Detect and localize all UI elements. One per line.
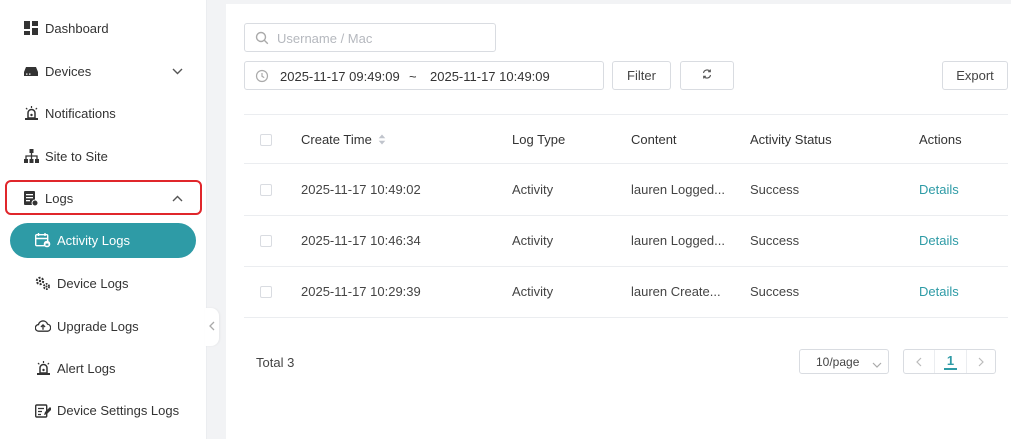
cell-create-time: 2025-11-17 10:29:39 [301, 284, 421, 299]
sidebar-subitem-device-settings-logs[interactable]: Device Settings Logs [0, 390, 207, 430]
sidebar-item-label: Dashboard [45, 20, 109, 36]
total-count: Total 3 [256, 355, 295, 370]
chevron-down-icon[interactable] [170, 64, 184, 78]
date-end[interactable]: 2025-11-17 10:49:09 [430, 69, 550, 84]
sidebar-subitem-alert-logs[interactable]: Alert Logs [0, 348, 207, 388]
main-panel: 2025-11-17 09:49:09 ~ 2025-11-17 10:49:0… [226, 4, 1011, 439]
sidebar-item-label: Notifications [45, 105, 116, 121]
alarm-icon [35, 360, 51, 376]
table-row: 2025-11-17 10:29:39 Activity lauren Crea… [244, 266, 1008, 318]
sidebar-item-devices[interactable]: Devices [0, 51, 207, 91]
cloud-upload-icon [35, 318, 51, 334]
row-checkbox[interactable] [260, 235, 272, 247]
cell-status: Success [750, 182, 800, 197]
row-checkbox[interactable] [260, 286, 272, 298]
sidebar-item-notifications[interactable]: Notifications [0, 93, 207, 133]
search-box [244, 23, 496, 52]
date-start[interactable]: 2025-11-17 09:49:09 [280, 69, 400, 84]
table-header: Create Time Log Type Content Activity St… [244, 114, 1008, 164]
page-size-select[interactable]: 10/page [799, 349, 889, 374]
cell-content: lauren Logged... [631, 233, 725, 248]
sidebar-collapse-toggle[interactable] [205, 308, 219, 346]
select-all-checkbox[interactable] [260, 134, 272, 146]
column-label: Create Time [301, 132, 372, 147]
column-content: Content [631, 132, 677, 147]
refresh-button[interactable] [680, 61, 734, 90]
logs-icon [23, 190, 39, 206]
prev-page-button[interactable] [904, 350, 935, 373]
filter-button[interactable]: Filter [612, 61, 671, 90]
search-icon [255, 31, 269, 45]
sidebar-subitem-label: Upgrade Logs [57, 318, 139, 334]
column-actions: Actions [919, 132, 962, 147]
sidebar-item-label: Logs [45, 190, 74, 206]
sort-icon[interactable] [378, 133, 386, 148]
sidebar-item-site-to-site[interactable]: Site to Site [0, 136, 207, 176]
chevron-up-icon[interactable] [170, 191, 184, 205]
cell-content: lauren Logged... [631, 182, 725, 197]
column-activity-status: Activity Status [750, 132, 832, 147]
details-link[interactable]: Details [919, 182, 959, 197]
chevron-left-icon [209, 321, 215, 334]
cell-create-time: 2025-11-17 10:49:02 [301, 182, 421, 197]
table-row: 2025-11-17 10:49:02 Activity lauren Logg… [244, 164, 1008, 216]
page-number-button[interactable]: 1 [935, 350, 966, 373]
gears-icon [35, 275, 51, 291]
column-log-type: Log Type [512, 132, 566, 147]
edit-list-icon [35, 402, 51, 418]
sidebar-subitem-upgrade-logs[interactable]: Upgrade Logs [0, 306, 207, 346]
details-link[interactable]: Details [919, 233, 959, 248]
cell-content: lauren Create... [631, 284, 721, 299]
cell-create-time: 2025-11-17 10:46:34 [301, 233, 421, 248]
sidebar-item-label: Devices [45, 63, 92, 79]
sidebar-subitem-label: Device Settings Logs [57, 402, 180, 418]
date-separator: ~ [409, 69, 417, 84]
calendar-lock-icon [34, 232, 51, 248]
search-input[interactable] [277, 29, 487, 47]
row-checkbox[interactable] [260, 184, 272, 196]
cell-status: Success [750, 284, 800, 299]
sidebar-item-logs[interactable]: Logs [0, 178, 207, 218]
refresh-icon [701, 68, 713, 83]
column-create-time[interactable]: Create Time [301, 132, 386, 148]
date-range-picker[interactable]: 2025-11-17 09:49:09 ~ 2025-11-17 10:49:0… [244, 61, 604, 90]
sidebar-subitem-label: Activity Logs [57, 233, 130, 248]
details-link[interactable]: Details [919, 284, 959, 299]
sidebar-subitem-device-logs[interactable]: Device Logs [0, 263, 207, 303]
dashboard-icon [23, 20, 39, 36]
sidebar-subitem-label: Alert Logs [57, 360, 116, 376]
cell-log-type: Activity [512, 182, 554, 197]
pagination: 1 [903, 349, 996, 374]
cell-status: Success [750, 233, 800, 248]
sidebar-item-dashboard[interactable]: Dashboard [0, 8, 207, 48]
sidebar: Dashboard Devices Notifications Site to … [0, 0, 207, 439]
chevron-down-icon [872, 357, 882, 368]
table-row: 2025-11-17 10:46:34 Activity lauren Logg… [244, 215, 1008, 267]
sidebar-item-label: Site to Site [45, 148, 108, 164]
sitemap-icon [23, 148, 39, 164]
page-number-label: 1 [943, 353, 958, 370]
sidebar-subitem-activity-logs[interactable]: Activity Logs [10, 223, 196, 258]
cell-log-type: Activity [512, 284, 554, 299]
sidebar-subitem-label: Device Logs [57, 275, 129, 291]
bell-icon [23, 105, 39, 121]
page-size-value: 10/page [816, 355, 860, 369]
next-page-button[interactable] [966, 350, 995, 373]
cell-log-type: Activity [512, 233, 554, 248]
clock-icon [255, 69, 269, 83]
devices-icon [23, 63, 39, 79]
export-button[interactable]: Export [942, 61, 1008, 90]
